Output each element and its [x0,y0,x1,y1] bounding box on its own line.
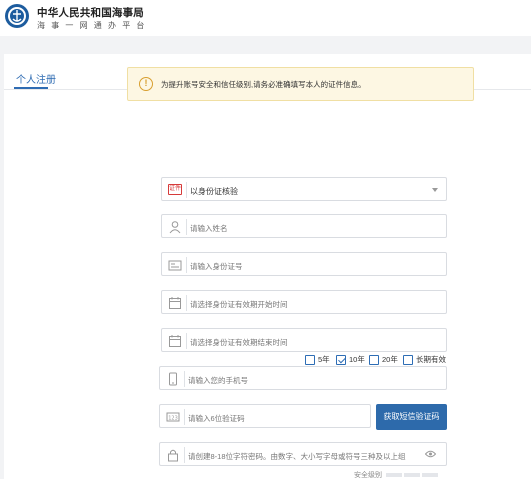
eye-icon[interactable] [425,450,436,458]
id-card-icon: 证件 [168,184,182,195]
validity-option-permanent[interactable]: 长期有效 [403,354,446,365]
calendar-icon [169,335,181,347]
chevron-down-icon [432,188,438,192]
validity-label-20y: 20年 [382,355,398,364]
phone-icon [169,372,177,386]
user-icon [169,221,181,234]
top-header: 中华人民共和国海事局 海事一网通办平台 [0,0,531,36]
field-separator [186,295,187,311]
site-title: 中华人民共和国海事局 [37,7,144,19]
validity-option-10y[interactable]: 10年 [336,354,365,365]
password-input[interactable]: 请创建8-18位字符密码。由数字、大小写字母或符号三种及以上组 [159,442,447,466]
sms-code-icon: 123 [166,412,180,422]
sms-code-placeholder: 请输入6位验证码 [188,414,245,423]
valid-start-placeholder: 请选择身份证有效期开始时间 [190,300,288,309]
id-number-input[interactable]: 请输入身份证号 [161,252,447,276]
phone-placeholder: 请输入您的手机号 [188,376,248,385]
phone-input[interactable]: 请输入您的手机号 [159,366,447,390]
checkbox-permanent[interactable] [403,354,413,365]
field-separator [186,257,187,273]
valid-end-date-input[interactable]: 请选择身份证有效期结束时间 [161,328,447,352]
checkbox-5y[interactable] [305,354,315,365]
validity-label-permanent: 长期有效 [416,355,446,364]
field-separator [184,371,185,387]
maritime-emblem-icon [5,4,29,28]
validity-label-5y: 5年 [318,355,330,364]
warning-circle-icon: ! [139,77,153,91]
name-placeholder: 请输入姓名 [190,224,228,233]
password-placeholder: 请创建8-18位字符密码。由数字、大小写字母或符号三种及以上组 [188,452,406,461]
validity-option-5y[interactable]: 5年 [305,354,330,365]
id-number-placeholder: 请输入身份证号 [190,262,243,271]
notice-text: 为提升账号安全和信任级别,请务必准确填写本人的证件信息。 [161,80,366,89]
id-type-value: 以身份证核验 [190,187,238,196]
get-sms-code-button[interactable]: 获取短信验证码 [376,404,447,430]
field-separator [186,333,187,349]
field-separator [186,182,187,198]
name-input[interactable]: 请输入姓名 [161,214,447,238]
security-level-bar-1 [386,473,402,477]
id-number-icon [168,260,182,271]
svg-text:123: 123 [168,416,178,422]
validity-option-20y[interactable]: 20年 [369,354,398,365]
checkbox-20y[interactable] [369,354,379,365]
checkbox-10y[interactable] [336,354,346,365]
valid-end-placeholder: 请选择身份证有效期结束时间 [190,338,288,347]
id-type-select[interactable]: 证件 以身份证核验 [161,177,447,201]
security-level-label: 安全级别 [354,472,382,479]
security-level-bar-3 [422,473,438,477]
calendar-icon [169,297,181,309]
notice-banner: ! 为提升账号安全和信任级别,请务必准确填写本人的证件信息。 [127,67,474,101]
tab-personal-registration[interactable]: 个人注册 [16,71,56,86]
sms-code-input[interactable]: 123 请输入6位验证码 [159,404,371,428]
security-level-bar-2 [404,473,420,477]
field-separator [186,219,187,235]
field-separator [184,447,185,463]
field-separator [184,409,185,425]
site-subtitle: 海事一网通办平台 [37,21,151,30]
valid-start-date-input[interactable]: 请选择身份证有效期开始时间 [161,290,447,314]
lock-icon [168,449,178,462]
validity-label-10y: 10年 [349,355,365,364]
